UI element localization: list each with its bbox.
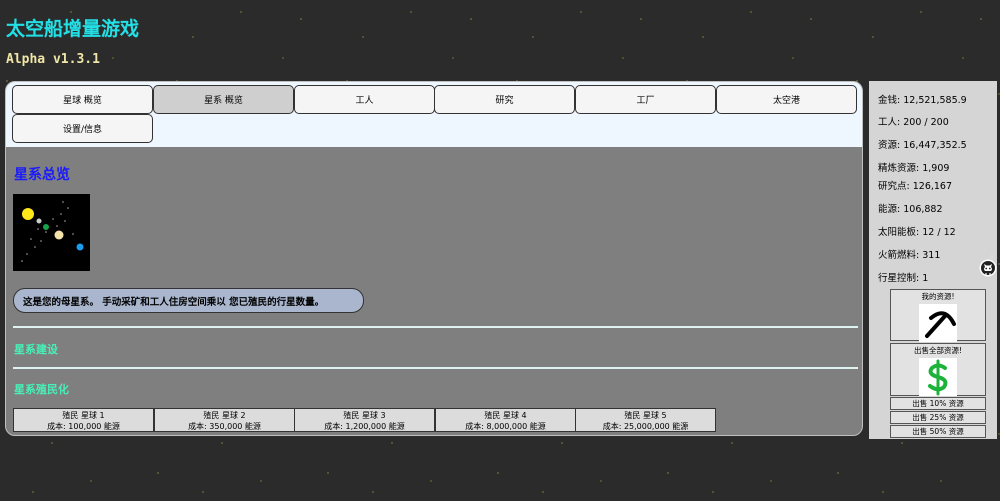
colony-name: 殖民 星球 1 (62, 411, 105, 420)
colonize-planet-5-button[interactable]: 殖民 星球 5 成本: 25,000,000 能源 (575, 408, 716, 432)
resource-label: 工人: (878, 117, 901, 128)
tab-workers[interactable]: 工人 (294, 85, 435, 114)
tab-planet-overview[interactable]: 星球 概览 (12, 85, 153, 114)
colony-name: 殖民 星球 2 (203, 411, 246, 420)
mine-resources-label: 我的资源! (921, 292, 955, 301)
github-icon[interactable] (979, 259, 997, 277)
solar-system-image (13, 194, 90, 271)
colony-name: 殖民 星球 3 (343, 411, 386, 420)
resource-value: 12 / 12 (922, 227, 956, 238)
colony-cost: 成本: 100,000 能源 (47, 422, 120, 431)
colony-name: 殖民 星球 5 (624, 411, 667, 420)
colony-cost: 成本: 1,200,000 能源 (324, 422, 405, 431)
resource-energy: 能源: 106,882 (878, 201, 943, 215)
sell-all-label: 出售全部资源! (913, 346, 962, 355)
resource-label: 金钱: (878, 95, 901, 106)
resource-value: 311 (922, 250, 941, 261)
colony-name: 殖民 星球 4 (484, 411, 527, 420)
divider (13, 367, 858, 369)
resource-value: 1 (922, 273, 929, 284)
resource-money: 金钱: 12,521,585.9 (878, 92, 967, 106)
resource-label: 火箭燃料: (878, 250, 920, 261)
resource-value: 12,521,585.9 (903, 95, 967, 106)
colonize-planet-4-button[interactable]: 殖民 星球 4 成本: 8,000,000 能源 (435, 408, 576, 432)
tab-system-overview[interactable]: 星系 概览 (153, 85, 294, 114)
resource-label: 研究点: (878, 181, 910, 192)
tab-factory[interactable]: 工厂 (575, 85, 716, 114)
resource-label: 资源: (878, 140, 901, 151)
resource-workers: 工人: 200 / 200 (878, 114, 949, 128)
sell-all-resources-button[interactable]: 出售全部资源! (890, 343, 986, 396)
divider (13, 326, 858, 328)
mine-resources-button[interactable]: 我的资源! (890, 289, 986, 342)
system-build-title: 星系建设 (14, 343, 58, 356)
main-panel: 星球 概览 星系 概览 工人 研究 工厂 太空港 设置/信息 星系总览 这是您的… (5, 81, 863, 436)
version-label: Alpha v1.3.1 (6, 52, 100, 67)
resource-value: 1,909 (922, 163, 950, 174)
colonize-planet-2-button[interactable]: 殖民 星球 2 成本: 350,000 能源 (154, 408, 295, 432)
resource-label: 行星控制: (878, 273, 920, 284)
resource-rocket-fuel: 火箭燃料: 311 (878, 247, 940, 261)
pickaxe-icon (919, 304, 957, 342)
resource-label: 精炼资源: (878, 163, 920, 174)
resource-label: 太阳能板: (878, 227, 920, 238)
system-info-text: 这是您的母星系。 手动采矿和工人住房空间乘以 您已殖民的行星数量。 (13, 288, 364, 313)
resource-research-points: 研究点: 126,167 (878, 178, 952, 192)
resource-panel: 金钱: 12,521,585.9 工人: 200 / 200 资源: 16,44… (869, 81, 997, 439)
resource-resources: 资源: 16,447,352.5 (878, 137, 967, 151)
resource-value: 106,882 (903, 204, 943, 215)
resource-planet-control: 行星控制: 1 (878, 270, 928, 284)
colonize-planet-1-button[interactable]: 殖民 星球 1 成本: 100,000 能源 (13, 408, 154, 432)
dollar-icon (919, 358, 957, 396)
game-title: 太空船增量游戏 (6, 18, 140, 40)
sell-10-percent-button[interactable]: 出售 10% 资源 (890, 397, 986, 410)
resource-value: 126,167 (912, 181, 953, 192)
tab-spaceport[interactable]: 太空港 (716, 85, 857, 114)
system-colonize-title: 星系殖民化 (14, 383, 69, 396)
resource-solar-panels: 太阳能板: 12 / 12 (878, 224, 956, 238)
colony-cost: 成本: 8,000,000 能源 (465, 422, 546, 431)
colony-cost: 成本: 25,000,000 能源 (602, 422, 689, 431)
colony-cost: 成本: 350,000 能源 (188, 422, 261, 431)
section-title: 星系总览 (14, 167, 70, 183)
tab-research[interactable]: 研究 (434, 85, 575, 114)
resource-value: 16,447,352.5 (903, 140, 967, 151)
resource-refined: 精炼资源: 1,909 (878, 160, 949, 174)
tab-bar: 星球 概览 星系 概览 工人 研究 工厂 太空港 设置/信息 (6, 82, 862, 147)
sell-50-percent-button[interactable]: 出售 50% 资源 (890, 425, 986, 438)
colonize-planet-3-button[interactable]: 殖民 星球 3 成本: 1,200,000 能源 (294, 408, 435, 432)
resource-label: 能源: (878, 204, 901, 215)
resource-value: 200 / 200 (903, 117, 949, 128)
tab-settings[interactable]: 设置/信息 (12, 114, 153, 143)
sell-25-percent-button[interactable]: 出售 25% 资源 (890, 411, 986, 424)
